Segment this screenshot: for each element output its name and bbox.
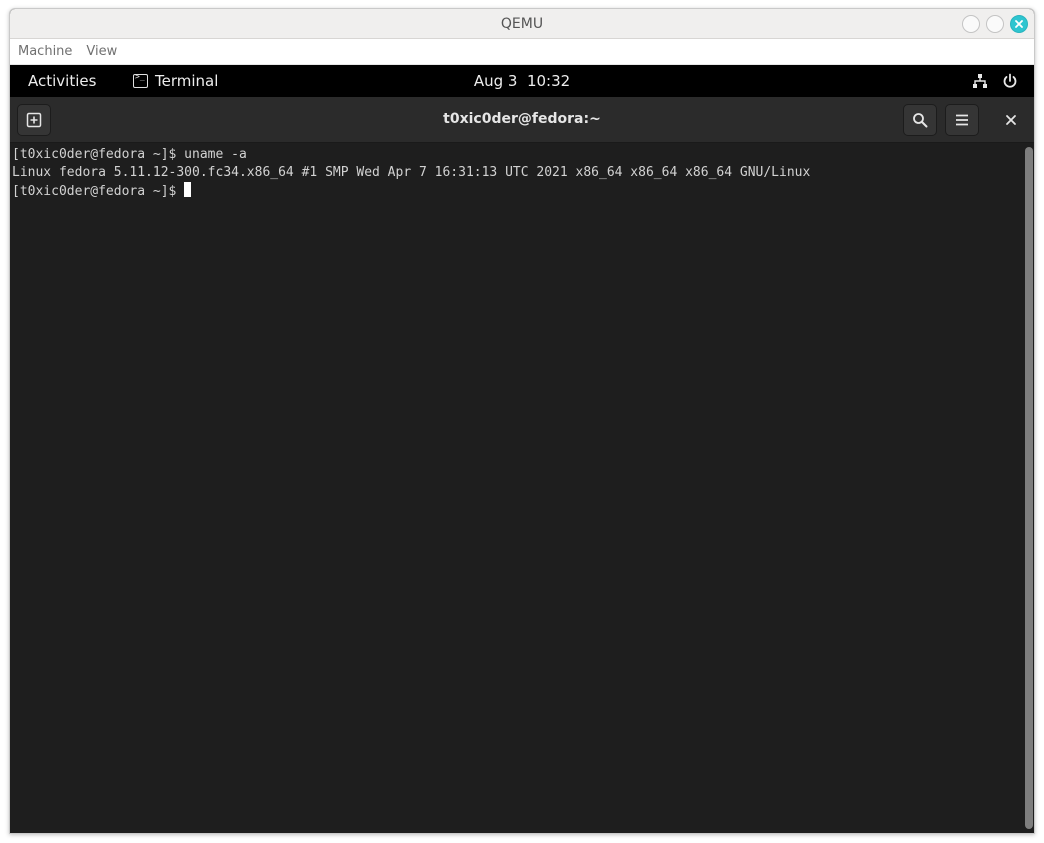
clock-area: Aug 3 10:32 xyxy=(10,72,1034,90)
terminal-prompt: [t0xic0der@fedora ~]$ xyxy=(12,184,185,199)
menu-machine[interactable]: Machine xyxy=(18,44,72,59)
hamburger-menu-icon xyxy=(956,114,968,126)
qemu-window: QEMU Machine View Activities Terminal Au… xyxy=(9,8,1035,834)
minimize-button[interactable] xyxy=(962,15,980,33)
window-controls xyxy=(962,15,1028,33)
gnome-top-bar: Activities Terminal Aug 3 10:32 xyxy=(10,65,1034,97)
window-title: QEMU xyxy=(500,15,544,32)
network-wired-icon xyxy=(973,74,987,88)
power-icon xyxy=(1003,73,1017,88)
terminal-output[interactable]: [t0xic0der@fedora ~]$ uname -a Linux fed… xyxy=(10,143,1021,833)
terminal-headerbar[interactable]: t0xic0der@fedora:~ xyxy=(10,97,1034,143)
terminal-prompt-line: [t0xic0der@fedora ~]$ xyxy=(12,182,1021,200)
clock[interactable]: Aug 3 10:32 xyxy=(474,72,570,90)
qemu-menubar: Machine View xyxy=(10,39,1034,65)
maximize-button[interactable] xyxy=(986,15,1004,33)
system-tray[interactable] xyxy=(972,73,1018,89)
hamburger-menu-button[interactable] xyxy=(945,104,979,136)
terminal-line: Linux fedora 5.11.12-300.fc34.x86_64 #1 … xyxy=(12,165,811,180)
terminal-title: t0xic0der@fedora:~ xyxy=(443,111,601,127)
text-cursor xyxy=(184,182,192,197)
search-icon xyxy=(913,113,928,128)
menu-view[interactable]: View xyxy=(86,44,117,59)
scrollbar-thumb[interactable] xyxy=(1025,147,1033,829)
search-button[interactable] xyxy=(903,104,937,136)
close-window-button[interactable] xyxy=(1010,15,1028,33)
close-icon xyxy=(1015,20,1023,28)
scrollbar[interactable] xyxy=(1021,143,1034,833)
qemu-titlebar[interactable]: QEMU xyxy=(10,9,1034,39)
close-terminal-button[interactable] xyxy=(995,104,1027,136)
terminal-line: [t0xic0der@fedora ~]$ uname -a xyxy=(12,147,247,162)
close-icon xyxy=(1006,115,1016,125)
